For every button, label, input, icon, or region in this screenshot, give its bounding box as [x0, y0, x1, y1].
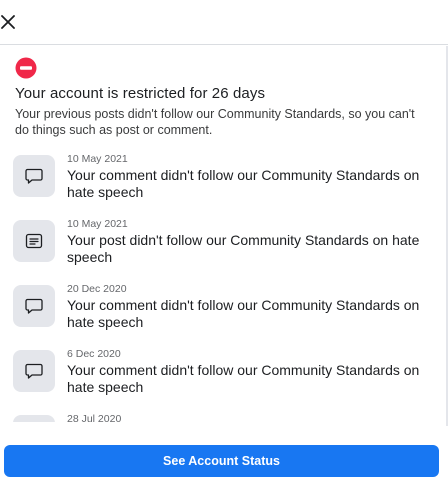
close-icon [1, 15, 15, 29]
restriction-description: Your previous posts didn't follow our Co… [15, 107, 415, 137]
violation-date: 10 May 2021 [67, 153, 128, 165]
violation-date: 10 May 2021 [67, 218, 128, 230]
violation-text: Your post didn't follow our Community St… [67, 232, 420, 265]
violation-date: 6 Dec 2020 [67, 348, 121, 360]
no-entry-icon [15, 57, 37, 79]
violation-date: 28 Jul 2020 [67, 413, 122, 422]
violation-text: Your comment didn't follow our Community… [67, 362, 420, 395]
post-icon [25, 233, 43, 249]
violation-item[interactable]: 6 Dec 2020 Your comment didn't follow ou… [0, 345, 440, 405]
see-account-status-button[interactable]: See Account Status [4, 445, 439, 477]
violation-list: 10 May 2021 Your comment didn't follow o… [0, 150, 446, 422]
dialog-header [0, 0, 448, 45]
violation-text: Your comment didn't follow our Community… [67, 297, 420, 330]
violation-item[interactable]: 10 May 2021 Your post didn't follow our … [0, 215, 440, 275]
comment-icon [25, 168, 43, 184]
comment-icon [25, 298, 43, 314]
violation-icon-box [13, 220, 55, 262]
violation-icon-box [13, 285, 55, 327]
violation-text: Your comment didn't follow our Community… [67, 167, 420, 200]
violation-item[interactable]: 10 May 2021 Your comment didn't follow o… [0, 150, 440, 210]
violation-item[interactable]: 20 Dec 2020 Your comment didn't follow o… [0, 280, 440, 340]
violation-date: 20 Dec 2020 [67, 283, 127, 295]
close-button[interactable] [0, 12, 16, 32]
violation-icon-box [13, 415, 55, 422]
comment-icon [25, 363, 43, 379]
violation-icon-box [13, 155, 55, 197]
violation-icon-box [13, 350, 55, 392]
restriction-title: Your account is restricted for 26 days [15, 85, 266, 102]
violation-item[interactable]: 28 Jul 2020 [0, 410, 440, 422]
